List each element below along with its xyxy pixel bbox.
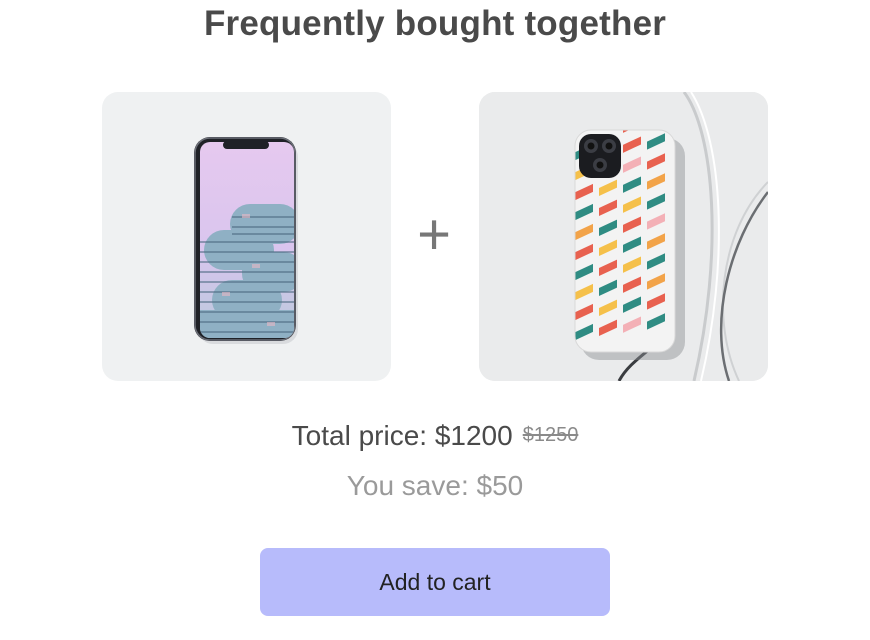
plus-icon: + xyxy=(417,202,451,267)
phone-case-image xyxy=(479,92,768,381)
section-title: Frequently bought together xyxy=(203,4,667,43)
total-price-row: Total price: $1200 $1250 xyxy=(0,420,870,452)
savings-text: You save: $50 xyxy=(346,470,524,501)
product-card-phone-case[interactable] xyxy=(479,92,768,381)
smartphone-image xyxy=(194,137,298,344)
total-price: Total price: $1200 xyxy=(291,420,513,451)
frequently-bought-together-page: Frequently bought together + Total price… xyxy=(0,0,870,640)
product-card-phone[interactable] xyxy=(102,92,391,381)
original-price: $1250 xyxy=(522,424,579,446)
add-to-cart-button[interactable]: Add to cart xyxy=(260,548,610,616)
